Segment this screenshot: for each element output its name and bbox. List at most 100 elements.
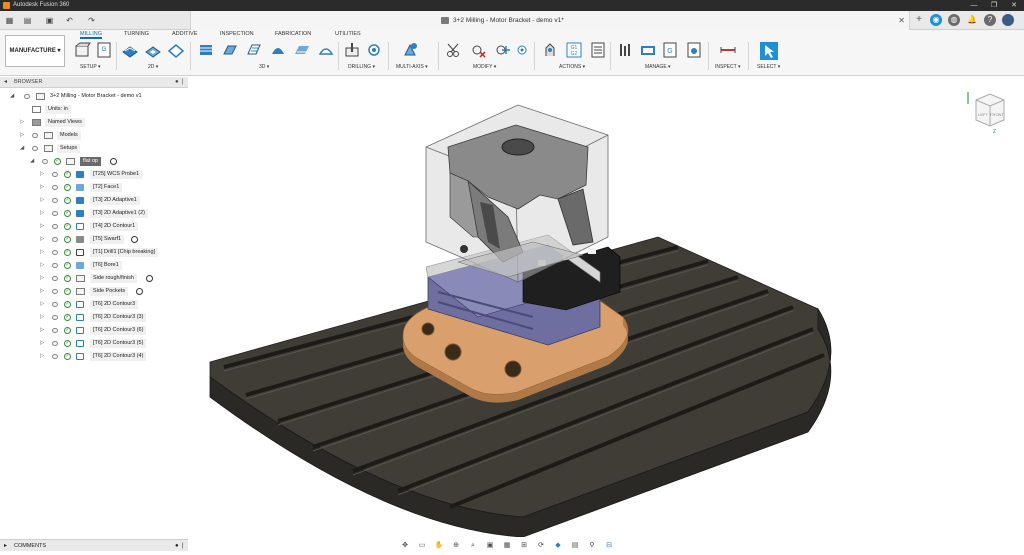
tab-additive[interactable]: ADDITIVE [172, 30, 197, 39]
visual-icon[interactable]: ◆ [553, 540, 563, 551]
expand-arrow-icon[interactable]: ▷ [40, 221, 44, 232]
expand-arrow-icon[interactable]: ▷ [40, 325, 44, 336]
tab-fabrication[interactable]: FABRICATION [275, 30, 311, 39]
help-icon[interactable]: ? [984, 14, 996, 26]
display-icon[interactable]: ▣ [485, 540, 495, 551]
2d-adaptive-icon[interactable] [122, 42, 138, 58]
visibility-eye-icon[interactable] [52, 302, 58, 307]
tree-row-setups[interactable]: ◢ Setups [20, 143, 180, 154]
tree-row-operation[interactable]: ▷ ✓ [T6] 2D Contour3 [40, 299, 180, 310]
setup-sheet-icon[interactable] [590, 42, 606, 58]
tree-row-operation[interactable]: ▷ ✓ [T6] 2D Contour3 (6) [40, 325, 180, 336]
3d-pocket-icon[interactable] [222, 42, 238, 58]
refresh-icon[interactable]: ⟳ [536, 540, 546, 551]
measure-icon[interactable] [720, 42, 736, 58]
close-document-icon[interactable]: ✕ [898, 11, 905, 30]
group-2d[interactable]: 2D ▾ [148, 64, 158, 70]
3d-parallel-icon[interactable] [294, 42, 310, 58]
expand-arrow-icon[interactable]: ◢ [10, 91, 14, 102]
group-3d[interactable]: 3D ▾ [259, 64, 269, 70]
expand-arrow-icon[interactable]: ▷ [40, 247, 44, 258]
template-library-icon[interactable] [640, 42, 656, 58]
table-icon[interactable]: ▤ [570, 540, 580, 551]
multi-axis-icon[interactable] [402, 42, 418, 58]
expand-arrow-icon[interactable]: ▷ [40, 260, 44, 271]
section-icon[interactable]: ⊟ [604, 540, 614, 551]
browser-pin-icon[interactable]: ● [175, 77, 179, 88]
tree-row-operation[interactable]: ▷ ✓ [T25] WCS Probe1 [40, 169, 180, 180]
tab-milling[interactable]: MILLING [80, 30, 103, 39]
expand-arrow-icon[interactable]: ▷ [40, 299, 44, 310]
maximize-button[interactable]: ❐ [984, 0, 1004, 11]
expand-arrow-icon[interactable]: ▷ [40, 169, 44, 180]
visibility-eye-icon[interactable] [52, 354, 58, 359]
visibility-eye-icon[interactable] [52, 198, 58, 203]
expand-arrow-icon[interactable]: ◢ [30, 156, 34, 167]
hand-icon[interactable]: ✋ [434, 540, 444, 551]
notifications-icon[interactable]: 🔔 [966, 14, 978, 26]
tree-row-named-views[interactable]: ▷ Named Views [20, 117, 180, 128]
group-multi-axis[interactable]: MULTI-AXIS ▾ [396, 64, 428, 70]
visibility-eye-icon[interactable] [24, 94, 30, 99]
browser-collapse-icon[interactable]: ◂ [4, 79, 7, 85]
expand-arrow-icon[interactable]: ▷ [20, 117, 24, 128]
machine-table-model[interactable] [188, 77, 1024, 538]
expand-arrow-icon[interactable]: ▷ [40, 234, 44, 245]
tool-library-icon[interactable] [618, 42, 634, 58]
expand-arrow-icon[interactable]: ▷ [40, 338, 44, 349]
expand-arrow-icon[interactable]: ▷ [40, 195, 44, 206]
grid-icon[interactable]: ▦ [4, 15, 15, 26]
group-actions[interactable]: ACTIONS ▾ [559, 64, 585, 70]
visibility-eye-icon[interactable] [32, 133, 38, 138]
visibility-eye-icon[interactable] [52, 276, 58, 281]
grid-icon[interactable]: ▦ [502, 540, 512, 551]
3d-flow-icon[interactable] [318, 42, 334, 58]
save-icon[interactable]: ▣ [44, 15, 55, 26]
tree-row-models[interactable]: ▷ Models [20, 130, 180, 141]
filter-icon[interactable]: ⚲ [587, 540, 597, 551]
visibility-eye-icon[interactable] [52, 328, 58, 333]
comments-expand-icon[interactable]: ▸ [4, 540, 7, 552]
visibility-eye-icon[interactable] [52, 237, 58, 242]
tree-row-setup-flat-op[interactable]: ◢ ✓ flat op [30, 156, 180, 167]
tree-row-operation[interactable]: ▷ ✓ [T5] Swarf1 [40, 234, 180, 245]
simulate-icon[interactable] [542, 42, 558, 58]
2d-contour-icon[interactable] [168, 42, 184, 58]
visibility-eye-icon[interactable] [52, 211, 58, 216]
new-setup-icon[interactable] [75, 42, 91, 58]
drill-icon[interactable] [344, 42, 360, 58]
visibility-eye-icon[interactable] [52, 263, 58, 268]
tree-row-operation[interactable]: ▷ ✓ [T6] Bore1 [40, 260, 180, 271]
browser-menu-icon[interactable]: | [182, 77, 184, 88]
expand-arrow-icon[interactable]: ▷ [40, 286, 44, 297]
group-drilling[interactable]: DRILLING ▾ [348, 64, 375, 70]
zoom-icon[interactable]: ⊕ [451, 540, 461, 551]
group-setup[interactable]: SETUP ▾ [80, 64, 100, 70]
orbit-icon[interactable]: ✥ [400, 540, 410, 551]
visibility-eye-icon[interactable] [52, 224, 58, 229]
3d-steep-shallow-icon[interactable] [246, 42, 262, 58]
snap-icon[interactable]: ⊞ [519, 540, 529, 551]
select-icon[interactable] [760, 42, 778, 60]
visibility-eye-icon[interactable] [32, 146, 38, 151]
visibility-eye-icon[interactable] [52, 172, 58, 177]
tree-row-operation[interactable]: ▷ ✓ [T6] 2D Contour3 (5) [40, 338, 180, 349]
tab-inspection[interactable]: INSPECTION [220, 30, 254, 39]
expand-arrow-icon[interactable]: ▷ [40, 208, 44, 219]
tree-row-operation[interactable]: ▷ ✓ [T6] 2D Contour3 (3) [40, 312, 180, 323]
avatar[interactable] [1002, 14, 1014, 26]
file-icon[interactable]: ▤ [22, 15, 33, 26]
expand-arrow-icon[interactable]: ▷ [20, 130, 24, 141]
comments-pin-icon[interactable]: ● [175, 540, 179, 552]
tree-row-operation[interactable]: ▷ ✓ [T1] Drill1 [Chip breaking] [40, 247, 180, 258]
machine-library-icon[interactable] [686, 42, 702, 58]
tab-turning[interactable]: TURNING [124, 30, 149, 39]
comments-menu-icon[interactable]: | [182, 540, 184, 552]
expand-arrow-icon[interactable]: ▷ [40, 351, 44, 362]
group-inspect[interactable]: INSPECT ▾ [715, 64, 740, 70]
minimize-button[interactable]: — [964, 0, 984, 11]
active-wcs-icon[interactable] [110, 158, 117, 165]
tree-row-operation[interactable]: ▷ ✓ [T6] 2D Contour3 (4) [40, 351, 180, 362]
delete-icon[interactable] [470, 42, 486, 58]
group-modify[interactable]: MODIFY ▾ [473, 64, 496, 70]
